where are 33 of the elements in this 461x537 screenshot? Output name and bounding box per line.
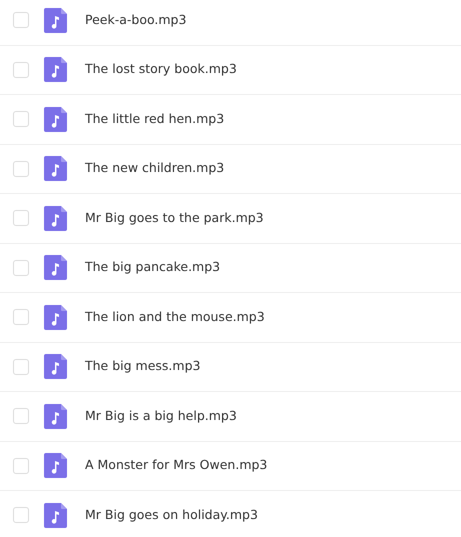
music-file-icon xyxy=(44,453,67,478)
checkbox[interactable] xyxy=(13,210,29,226)
file-name[interactable]: Mr Big goes to the park.mp3 xyxy=(85,208,264,228)
music-file-icon xyxy=(44,156,67,182)
file-name[interactable]: A Monster for Mrs Owen.mp3 xyxy=(85,456,268,476)
music-file-icon xyxy=(44,206,67,231)
checkbox[interactable] xyxy=(13,160,29,177)
checkbox[interactable] xyxy=(13,62,29,78)
checkbox[interactable] xyxy=(13,12,29,28)
music-file-icon xyxy=(44,354,67,380)
file-name[interactable]: The lost story book.mp3 xyxy=(85,60,237,80)
file-name[interactable]: The big pancake.mp3 xyxy=(85,258,220,278)
checkbox[interactable] xyxy=(13,358,29,375)
music-file-icon xyxy=(44,255,67,280)
music-file-icon xyxy=(44,304,67,330)
music-file-icon xyxy=(44,502,67,528)
file-name[interactable]: Peek-a-boo.mp3 xyxy=(85,10,186,30)
checkbox[interactable] xyxy=(13,458,29,474)
checkbox[interactable] xyxy=(13,309,29,326)
music-file-icon xyxy=(44,57,67,82)
music-file-icon xyxy=(44,8,67,33)
file-name[interactable]: The little red hen.mp3 xyxy=(85,110,224,129)
music-file-icon xyxy=(44,106,67,132)
checkbox[interactable] xyxy=(13,507,29,524)
file-name[interactable]: Mr Big is a big help.mp3 xyxy=(85,406,237,426)
file-name[interactable]: The new children.mp3 xyxy=(85,159,224,178)
checkbox[interactable] xyxy=(13,111,29,128)
checkbox[interactable] xyxy=(13,408,29,424)
music-file-icon xyxy=(44,404,67,429)
file-name[interactable]: Mr Big goes on holiday.mp3 xyxy=(85,506,258,525)
checkbox[interactable] xyxy=(13,260,29,276)
file-name[interactable]: The lion and the mouse.mp3 xyxy=(85,308,265,327)
file-name[interactable]: The big mess.mp3 xyxy=(85,357,200,376)
